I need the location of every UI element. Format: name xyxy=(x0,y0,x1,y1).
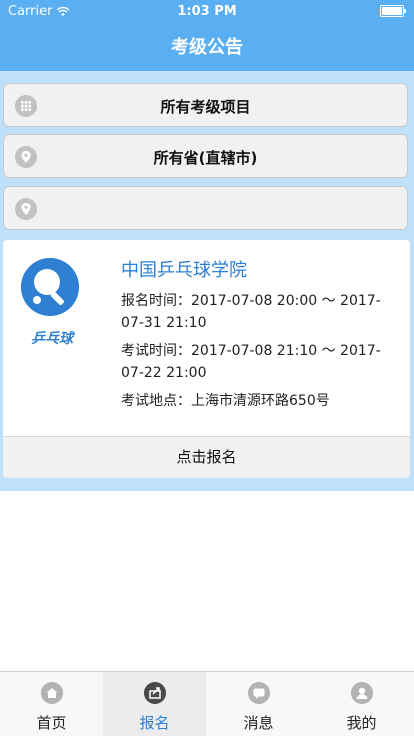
exam-time: 考试时间：2017-07-08 21:10 ～ 2017-07-22 21:00 xyxy=(121,343,381,381)
status-time: 1:03 PM xyxy=(177,4,237,19)
tab-bar: 首页 报名 消息 我的 xyxy=(0,671,414,736)
org-title: 中国乒乓球学院 xyxy=(121,260,247,281)
status-bar: Carrier 1:03 PM xyxy=(0,0,414,22)
home-icon xyxy=(41,682,63,704)
tab-home-label: 首页 xyxy=(36,714,67,732)
org-logo: 乒乓球 xyxy=(21,258,83,348)
tab-messages[interactable]: 消息 xyxy=(207,672,310,736)
filter-project-label: 所有考级项目 xyxy=(160,98,251,116)
exam-card[interactable]: 乒乓球 中国乒乓球学院 报名时间：2017-07-08 20:00 ～ 2017… xyxy=(3,240,410,478)
tab-mine[interactable]: 我的 xyxy=(310,672,413,736)
tab-signup-label: 报名 xyxy=(139,714,170,732)
tab-home[interactable]: 首页 xyxy=(0,672,103,736)
message-icon xyxy=(248,682,270,704)
ping-pong-icon xyxy=(21,258,79,316)
header: Carrier 1:03 PM 考级公告 xyxy=(0,0,414,71)
filter-city-button[interactable] xyxy=(3,186,408,230)
filter-project-button[interactable]: 所有考级项目 xyxy=(3,83,408,127)
filter-province-label: 所有省(直辖市) xyxy=(153,149,258,167)
logo-text: 乒乓球 xyxy=(31,331,73,347)
tab-mine-label: 我的 xyxy=(346,714,377,732)
user-icon xyxy=(351,682,373,704)
location-pin-icon xyxy=(15,198,37,220)
signup-time: 报名时间：2017-07-08 20:00 ～ 2017-07-31 21:10 xyxy=(121,293,381,331)
page-title: 考级公告 xyxy=(171,37,243,58)
tab-messages-label: 消息 xyxy=(243,714,274,732)
share-icon xyxy=(144,682,166,704)
signup-button[interactable]: 点击报名 xyxy=(3,436,410,478)
tab-signup[interactable]: 报名 xyxy=(103,672,206,736)
battery-icon xyxy=(380,5,406,17)
exam-place: 考试地点：上海市清源环路650号 xyxy=(121,393,330,409)
filter-province-button[interactable]: 所有省(直辖市) xyxy=(3,134,408,178)
